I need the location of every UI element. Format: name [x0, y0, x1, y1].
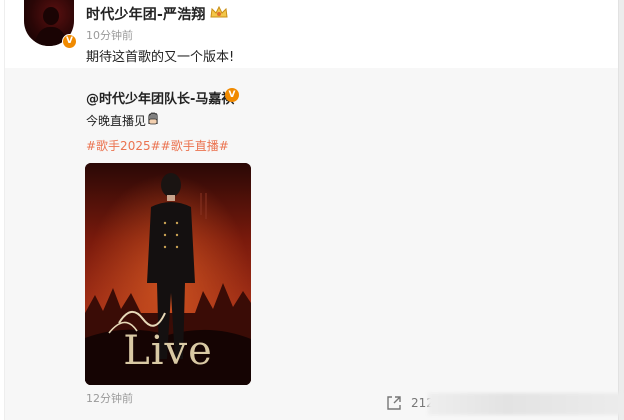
share-icon[interactable] [386, 395, 402, 411]
post-time[interactable]: 10分钟前 [86, 27, 133, 43]
crown-badge-icon[interactable] [209, 4, 229, 20]
poster-image[interactable]: Live [85, 163, 251, 385]
hashtag-links[interactable]: #歌手2025##歌手直播# [86, 137, 229, 154]
repost-username[interactable]: @时代少年团队长-马嘉祺 [86, 88, 234, 107]
verified-badge-icon: V [62, 34, 77, 49]
post-username[interactable]: 时代少年团-严浩翔 [86, 4, 206, 24]
verified-badge-icon: V [225, 88, 239, 102]
left-edge [0, 0, 5, 420]
hands-emoji-icon [148, 112, 158, 125]
poster-live-text: Live [123, 328, 213, 374]
post-text: 期待这首歌的又一个版本! [86, 50, 235, 65]
blurred-actions [428, 393, 624, 415]
scrollbar[interactable] [618, 0, 624, 420]
repost-text: 今晚直播见 [86, 114, 147, 128]
repost-time[interactable]: 12分钟前 [86, 390, 133, 406]
